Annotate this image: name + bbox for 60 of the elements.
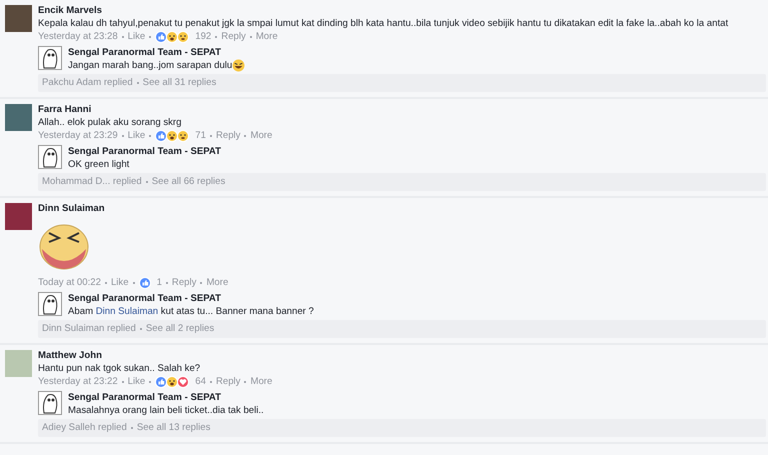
more-link[interactable]: More bbox=[250, 375, 272, 388]
reply-text: kut atas tu... Banner mana banner ? bbox=[160, 305, 314, 318]
reaction-count[interactable]: 192 bbox=[195, 30, 212, 43]
ghost-avatar-icon[interactable] bbox=[38, 145, 62, 169]
replies-summary-bar[interactable]: Mohammad D... replied See all 66 replies bbox=[38, 173, 766, 191]
replies-summary-bar[interactable]: Pakchu Adam replied See all 31 replies bbox=[38, 74, 766, 92]
more-link[interactable]: More bbox=[250, 129, 272, 142]
replied-text: Dinn Sulaiman replied bbox=[42, 323, 136, 335]
comment-text: Allah.. elok pulak aku sorang skrg bbox=[38, 116, 182, 129]
commenter-name[interactable]: Encik Marvels bbox=[38, 4, 102, 17]
reply-author-name[interactable]: Sengal Paranormal Team - SEPAT bbox=[68, 292, 222, 305]
like-link[interactable]: Like bbox=[128, 375, 146, 388]
see-all-replies-link[interactable]: See all 13 replies bbox=[136, 422, 210, 434]
replied-text: Pakchu Adam replied bbox=[42, 77, 133, 89]
wow-reaction-icon[interactable] bbox=[177, 30, 190, 42]
reply-link[interactable]: Reply bbox=[172, 276, 196, 289]
tagged-name-link[interactable]: Dinn Sulaiman bbox=[96, 305, 158, 318]
see-all-replies-link[interactable]: See all 66 replies bbox=[152, 176, 226, 188]
see-all-replies-link[interactable]: See all 31 replies bbox=[142, 77, 216, 89]
reply-text: Masalahnya orang lain beli ticket..dia tak beli.. bbox=[68, 404, 264, 417]
commenter-name[interactable]: Farra Hanni bbox=[38, 103, 92, 116]
reaction-count[interactable]: 71 bbox=[195, 129, 206, 142]
reply-text: Jangan marah bang..jom sarapan dulu bbox=[68, 59, 232, 72]
sad-reaction-icon[interactable] bbox=[177, 130, 190, 142]
laughing-emoji-icon bbox=[232, 59, 246, 72]
reply-author-name[interactable]: Sengal Paranormal Team - SEPAT bbox=[68, 391, 222, 404]
reply-author-name[interactable]: Sengal Paranormal Team - SEPAT bbox=[68, 46, 222, 59]
like-link[interactable]: Like bbox=[128, 30, 146, 43]
comment-time[interactable]: Yesterday at 23:29 bbox=[38, 129, 118, 142]
comment-time[interactable]: Yesterday at 23:28 bbox=[38, 30, 118, 43]
comment-text: Hantu pun nak tgok sukan.. Salah ke? bbox=[38, 362, 200, 375]
reply-link[interactable]: Reply bbox=[216, 375, 240, 388]
reply-link[interactable]: Reply bbox=[221, 30, 246, 43]
haha-reaction-icon[interactable] bbox=[166, 30, 178, 42]
replies-summary-bar[interactable]: Dinn Sulaiman replied See all 2 replies bbox=[38, 320, 766, 338]
like-reaction-icon[interactable] bbox=[138, 276, 151, 288]
reply-link[interactable]: Reply bbox=[216, 129, 240, 142]
reaction-count[interactable]: 64 bbox=[195, 375, 206, 388]
like-link[interactable]: Like bbox=[128, 129, 146, 142]
comment-time[interactable]: Today at 00:22 bbox=[38, 276, 101, 289]
replies-summary-bar[interactable]: Adiey Salleh replied See all 13 replies bbox=[38, 419, 766, 437]
haha-reaction-icon[interactable] bbox=[166, 130, 178, 142]
comment-text: Kepala kalau dh tahyul,penakut tu penakut jgk la smpai lumut kat dinding blh kata hantu..bila tunjuk video sebijik hantu tu dikatakan edit la fake la..abah ko la antat bbox=[38, 17, 728, 30]
more-link[interactable]: More bbox=[206, 276, 228, 289]
see-all-replies-link[interactable]: See all 2 replies bbox=[146, 323, 214, 335]
replied-text: Mohammad D... replied bbox=[42, 176, 142, 188]
reply-text: OK green light bbox=[68, 158, 130, 171]
replied-text: Adiey Salleh replied bbox=[42, 422, 127, 434]
more-link[interactable]: More bbox=[256, 30, 278, 43]
commenter-name[interactable]: Dinn Sulaiman bbox=[38, 202, 105, 215]
reply-author-name[interactable]: Sengal Paranormal Team - SEPAT bbox=[68, 145, 222, 158]
haha-reaction-icon[interactable] bbox=[166, 376, 178, 388]
like-link[interactable]: Like bbox=[110, 276, 129, 289]
reaction-count[interactable]: 1 bbox=[156, 276, 162, 289]
comment-time[interactable]: Yesterday at 23:22 bbox=[38, 375, 118, 388]
ghost-avatar-icon[interactable] bbox=[38, 391, 62, 415]
ghost-avatar-icon[interactable] bbox=[38, 46, 62, 70]
ghost-avatar-icon[interactable] bbox=[38, 292, 62, 316]
commenter-name[interactable]: Matthew John bbox=[38, 349, 102, 362]
reply-text: Abam bbox=[68, 305, 94, 318]
